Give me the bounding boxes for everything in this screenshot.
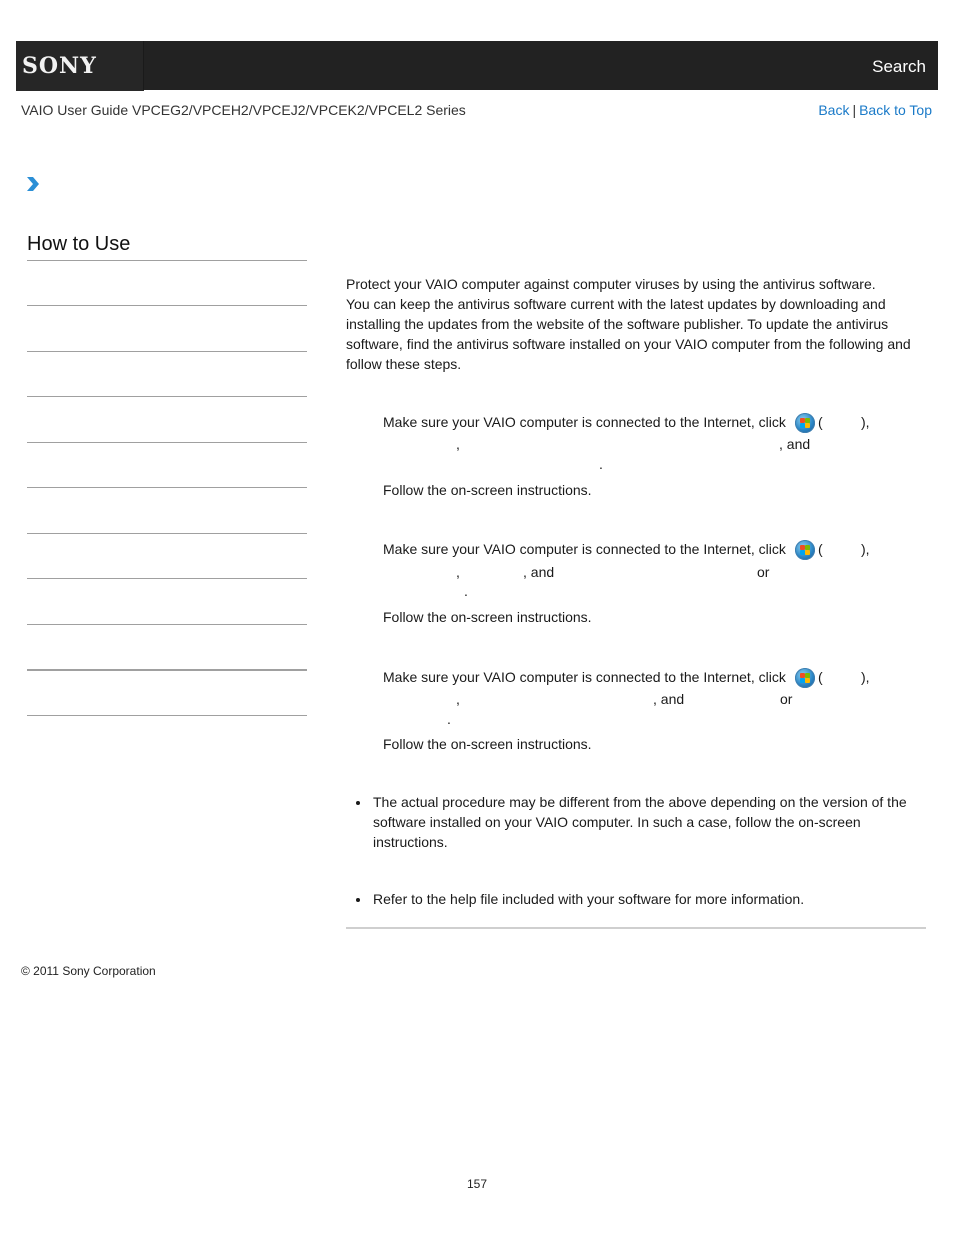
sidebar-item[interactable] — [27, 669, 307, 671]
sidebar-item[interactable] — [27, 533, 307, 534]
sidebar-item[interactable] — [27, 487, 307, 488]
intro-line: follow these steps. — [346, 356, 462, 372]
fragment: , and — [653, 691, 685, 707]
section-2-step-2: Follow the on-screen instructions. — [383, 609, 592, 625]
windows-start-icon — [795, 540, 815, 560]
header-bar: SONY Search — [16, 41, 938, 91]
intro-text: Protect your VAIO computer against compu… — [346, 274, 926, 374]
sidebar-item[interactable] — [27, 624, 307, 625]
fragment: or — [780, 691, 793, 707]
hint-item: Refer to the help file included with you… — [356, 889, 926, 909]
fragment: , and — [523, 564, 555, 580]
windows-start-icon — [795, 413, 815, 433]
sidebar-item[interactable] — [27, 396, 307, 397]
close-paren: ), — [861, 541, 870, 557]
fragment: , — [456, 564, 460, 580]
intro-line: software, find the antivirus software in… — [346, 336, 911, 352]
open-paren: ( — [818, 541, 823, 557]
close-paren: ), — [861, 414, 870, 430]
copyright: © 2011 Sony Corporation — [21, 964, 156, 978]
guide-title: VAIO User Guide VPCEG2/VPCEH2/VPCEJ2/VPC… — [21, 102, 466, 118]
fragment: or — [757, 564, 770, 580]
fragment: , and — [779, 436, 811, 452]
close-paren: ), — [861, 669, 870, 685]
fragment: . — [464, 583, 468, 599]
back-link[interactable]: Back — [818, 102, 849, 118]
nav-separator: | — [852, 102, 857, 118]
section-3-step-2: Follow the on-screen instructions. — [383, 736, 592, 752]
intro-line: Protect your VAIO computer against compu… — [346, 276, 876, 292]
fragment: , — [456, 436, 460, 452]
section-2-step-1: Make sure your VAIO computer is connecte… — [383, 541, 786, 557]
page-number: 157 — [466, 1177, 488, 1191]
fragment: . — [447, 711, 451, 727]
nav-links: Back | Back to Top — [818, 102, 932, 118]
open-paren: ( — [818, 669, 823, 685]
note-item: The actual procedure may be different fr… — [356, 792, 926, 852]
back-to-top-link[interactable]: Back to Top — [859, 102, 932, 118]
chevron-right-icon[interactable] — [26, 176, 40, 192]
sidebar-item[interactable] — [27, 351, 307, 352]
windows-start-icon — [795, 668, 815, 688]
open-paren: ( — [818, 414, 823, 430]
intro-line: You can keep the antivirus software curr… — [346, 296, 886, 312]
sony-logo[interactable]: SONY — [16, 41, 144, 91]
sidebar-item[interactable] — [27, 578, 307, 579]
sidebar-item[interactable] — [27, 715, 307, 716]
sidebar-title-rule — [27, 260, 307, 261]
fragment: , — [456, 691, 460, 707]
section-1-step-1: Make sure your VAIO computer is connecte… — [383, 414, 786, 430]
search-link[interactable]: Search — [872, 57, 926, 77]
section-3-step-1: Make sure your VAIO computer is connecte… — [383, 669, 786, 685]
content-divider — [346, 927, 926, 929]
intro-line: installing the updates from the website … — [346, 316, 889, 332]
sidebar-title: How to Use — [27, 233, 131, 255]
sidebar-item[interactable] — [27, 305, 307, 306]
fragment: . — [599, 456, 603, 472]
sidebar-item[interactable] — [27, 442, 307, 443]
section-1-step-2: Follow the on-screen instructions. — [383, 482, 592, 498]
logo-text: SONY — [22, 53, 97, 79]
